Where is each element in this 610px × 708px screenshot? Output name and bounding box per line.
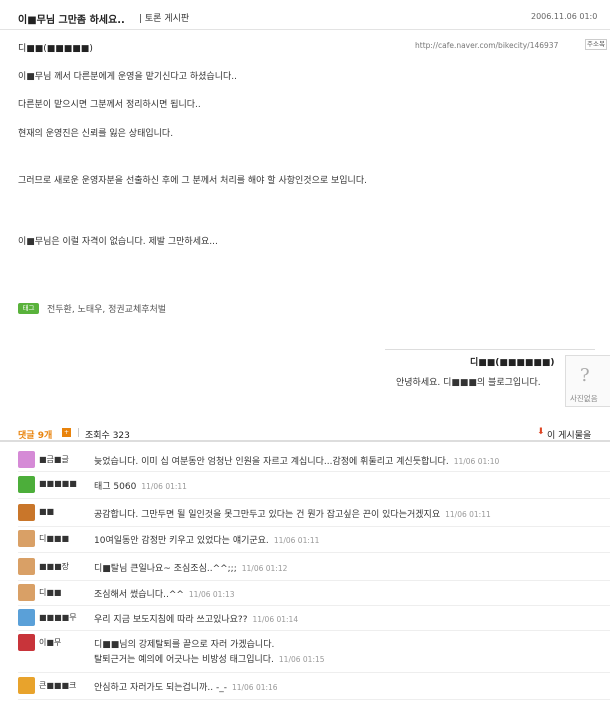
comment-time: 11/06 01:11 — [141, 482, 187, 491]
question-mark-icon: ? — [580, 365, 590, 386]
comment-row: 큰■■■크 안심하고 자러가도 되는겁니까.. -_- 11/06 01:16 — [18, 676, 610, 700]
comment-body: 안심하고 자러가도 되는겁니까.. -_- — [94, 683, 227, 693]
post-title[interactable]: 이■무님 그만좀 하세요.. — [18, 11, 125, 26]
comment-body: 디■■님의 강제탈퇴를 끝으로 자러 가겠습니다. — [94, 640, 275, 650]
comment-nickname[interactable]: 디■■■ — [39, 533, 89, 544]
comment-time: 11/06 01:13 — [188, 590, 235, 599]
comment-row: 이■무 디■■님의 강제탈퇴를 끝으로 자러 가겠습니다. 탈퇴근거는 예의에 어긋… — [18, 633, 610, 673]
comment-body: 10여일동안 감정만 키우고 있었다는 얘기군요. — [94, 536, 269, 546]
photo-label: 사진없음 — [570, 394, 598, 403]
signature-greeting: 안녕하세요. 디■■■의 블로그입니다. — [396, 378, 541, 388]
post-date: 2006.11.06 01:0 — [531, 12, 598, 21]
comment-text: 우리 지금 보도지침에 따라 쓰고있나요?? 11/06 01:14 — [94, 612, 298, 625]
comment-toggle-icon[interactable]: + — [62, 428, 71, 437]
comment-time: 11/06 01:12 — [241, 564, 288, 573]
comment-row: 디■■■ 10여일동안 감정만 키우고 있었다는 얘기군요. 11/06 01:11 — [18, 529, 610, 553]
avatar-icon[interactable] — [18, 476, 35, 493]
comment-row: ■■■■■ 태그 5060 11/06 01:11 — [18, 475, 610, 499]
comment-row: ■금■글 늦었습니다. 이미 십 여분동안 엄청난 인원을 자르고 계십니다...… — [18, 450, 610, 472]
comment-nickname[interactable]: 이■무 — [39, 637, 89, 648]
header-separator: | — [77, 428, 81, 438]
body-line: 이■무님 께서 다른분에게 운영을 맡기신다고 하셨습니다.. — [18, 72, 237, 82]
comment-text: 10여일동안 감정만 키우고 있었다는 얘기군요. 11/06 01:11 — [94, 533, 319, 546]
avatar-icon[interactable] — [18, 677, 35, 694]
this-post-link[interactable]: 이 게시물을 — [547, 428, 591, 441]
body-line: 현재의 운영진은 신뢰를 잃은 상태입니다. — [18, 129, 174, 139]
comment-body: 공감합니다. 그만두면 될 일인것을 못그만두고 있다는 건 뭔가 잡고싶은 끈… — [94, 510, 441, 520]
comment-row: ■■■장 디■탈님 큰일나요~ 조심조심..^^;;; 11/06 01:12 — [18, 557, 610, 581]
profile-photo-placeholder[interactable]: ? 사진없음 — [565, 355, 610, 407]
comment-text: 늦었습니다. 이미 십 여분동안 엄청난 인원을 자르고 계십니다...감정에 … — [94, 454, 499, 467]
comment-text: 안심하고 자러가도 되는겁니까.. -_- 11/06 01:16 — [94, 680, 278, 693]
avatar-icon[interactable] — [18, 558, 35, 575]
body-line: 이■무님은 이럴 자격이 없습니다. 제발 그만하세요... — [18, 237, 218, 247]
view-count: 조회수 323 — [85, 431, 130, 441]
comment-nickname[interactable]: ■■■■■ — [39, 479, 89, 488]
comment-text: 디■탈님 큰일나요~ 조심조심..^^;;; 11/06 01:12 — [94, 561, 287, 574]
comment-text: 조심해서 썼습니다..^^ 11/06 01:13 — [94, 587, 235, 600]
comment-body: 조심해서 썼습니다..^^ — [94, 590, 184, 600]
comment-nickname[interactable]: 큰■■■크 — [39, 680, 89, 691]
comment-text: 태그 5060 11/06 01:11 — [94, 479, 187, 492]
comment-body: 탈퇴근거는 예의에 어긋나는 비방성 태그입니다. — [94, 655, 274, 665]
body-line: 다른분이 맡으시면 그분께서 정리하시면 됩니다.. — [18, 100, 201, 110]
comment-text: 탈퇴근거는 예의에 어긋나는 비방성 태그입니다. 11/06 01:15 — [94, 652, 325, 665]
tag-list[interactable]: 전두환, 노태우, 정권교체후처벌 — [47, 302, 166, 315]
comment-nickname[interactable]: ■금■글 — [39, 454, 89, 465]
comment-time: 11/06 01:14 — [252, 615, 299, 624]
comment-text: 디■■님의 강제탈퇴를 끝으로 자러 가겠습니다. — [94, 637, 274, 650]
post-title-bar: 이■무님 그만좀 하세요.. | 토론 게시판 2006.11.06 01:0 — [0, 0, 610, 30]
avatar-icon[interactable] — [18, 584, 35, 601]
copy-address-button[interactable]: 주소복 — [585, 39, 607, 50]
avatar-icon[interactable] — [18, 634, 35, 651]
comment-nickname[interactable]: 디■■ — [39, 587, 89, 598]
comment-time: 11/06 01:11 — [273, 536, 320, 545]
comment-text: 공감합니다. 그만두면 될 일인것을 못그만두고 있다는 건 뭔가 잡고싶은 끈… — [94, 507, 491, 520]
comment-row: ■■■■무 우리 지금 보도지침에 따라 쓰고있나요?? 11/06 01:14 — [18, 608, 610, 631]
comment-time: 11/06 01:11 — [445, 510, 491, 519]
comment-nickname[interactable]: ■■■■무 — [39, 612, 89, 623]
post-author[interactable]: 디■■(■■■■■) — [18, 41, 93, 54]
comment-nickname[interactable]: ■■■장 — [39, 561, 89, 572]
comment-body: 디■탈님 큰일나요~ 조심조심..^^;;; — [94, 564, 237, 574]
comment-time: 11/06 01:15 — [278, 655, 325, 664]
comment-row: 디■■ 조심해서 썼습니다..^^ 11/06 01:13 — [18, 583, 610, 606]
comment-count-link[interactable]: 댓글 9개 — [18, 428, 52, 441]
comment-time: 11/06 01:10 — [453, 457, 500, 466]
comment-body: 늦었습니다. 이미 십 여분동안 엄청난 인원을 자르고 계십니다...감정에 … — [94, 457, 449, 467]
signature-name[interactable]: 디■■(■■■■■■) — [470, 355, 555, 368]
avatar-icon[interactable] — [18, 609, 35, 626]
comments-header: 댓글 9개 + | 조회수 323 ⬇ 이 게시물을 — [0, 420, 610, 442]
download-arrow-icon[interactable]: ⬇ — [537, 427, 545, 437]
body-line: 그러므로 새로운 운영자분을 선출하신 후에 그 분께서 처리를 해야 할 사항… — [18, 176, 367, 186]
post-url[interactable]: http://cafe.naver.com/bikecity/146937 — [415, 41, 558, 50]
tag-area: 태그 전두환, 노태우, 정권교체후처벌 — [18, 302, 166, 315]
avatar-icon[interactable] — [18, 504, 35, 521]
signature-divider — [385, 349, 595, 350]
comment-row: ■■ 공감합니다. 그만두면 될 일인것을 못그만두고 있다는 건 뭔가 잡고싶은… — [18, 503, 610, 527]
comment-body: 태그 5060 — [94, 482, 137, 492]
comment-time: 11/06 01:16 — [231, 683, 278, 692]
tag-icon: 태그 — [18, 303, 39, 314]
comment-nickname[interactable]: ■■ — [39, 507, 89, 516]
comment-body: 우리 지금 보도지침에 따라 쓰고있나요?? — [94, 615, 248, 625]
avatar-icon[interactable] — [18, 530, 35, 547]
avatar-icon[interactable] — [18, 451, 35, 468]
board-link[interactable]: | 토론 게시판 — [139, 11, 189, 24]
